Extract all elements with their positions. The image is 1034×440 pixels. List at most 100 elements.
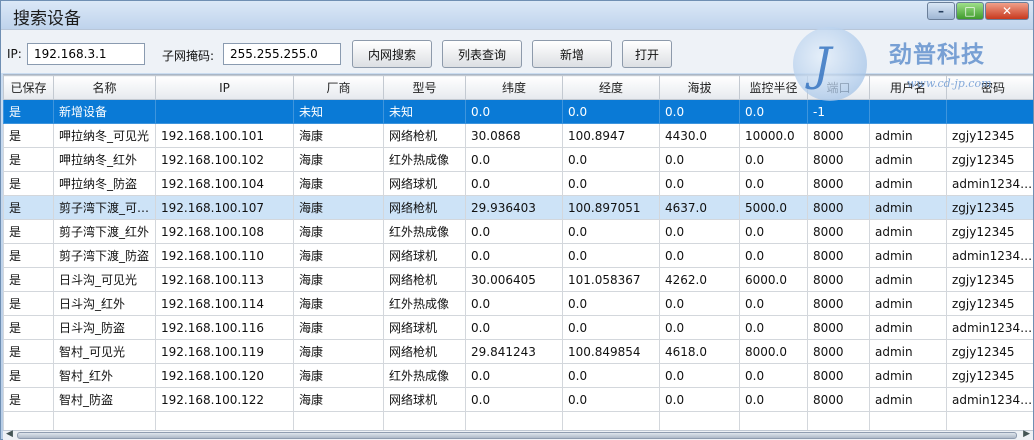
- column-header-port[interactable]: 端口: [807, 75, 870, 100]
- close-button[interactable]: ✕: [985, 2, 1029, 20]
- cell-longitude[interactable]: 0.0: [562, 291, 660, 316]
- cell-vendor[interactable]: 海康: [293, 171, 384, 196]
- cell-radius[interactable]: 0.0: [739, 171, 808, 196]
- cell-vendor[interactable]: 未知: [293, 99, 384, 124]
- table-row[interactable]: 是剪子湾下渡_可… 192.168.100.107 海康 网络枪机 29.936403 1…: [3, 195, 1033, 220]
- cell-radius[interactable]: 0.0: [739, 99, 808, 124]
- cell-ip[interactable]: 192.168.100.107: [155, 195, 294, 220]
- cell-port[interactable]: 8000: [807, 267, 870, 292]
- cell-longitude[interactable]: 0.0: [562, 387, 660, 412]
- cell-saved[interactable]: 是: [3, 195, 54, 220]
- cell-username[interactable]: admin: [869, 171, 947, 196]
- ip-input[interactable]: [27, 43, 145, 65]
- cell-name[interactable]: 日斗沟_防盗: [53, 315, 156, 340]
- cell-username[interactable]: admin: [869, 387, 947, 412]
- table-row[interactable]: 是智村_可见光 192.168.100.119 海康 网络枪机 29.841243 100…: [3, 339, 1033, 364]
- column-header-password[interactable]: 密码: [946, 75, 1033, 100]
- cell-latitude[interactable]: 30.0868: [465, 123, 563, 148]
- cell-altitude[interactable]: 4618.0: [659, 339, 740, 364]
- cell-name[interactable]: 呷拉纳冬_可见光: [53, 123, 156, 148]
- column-header-model[interactable]: 型号: [383, 75, 466, 100]
- cell-password[interactable]: [946, 99, 1033, 124]
- cell-radius[interactable]: 0.0: [739, 219, 808, 244]
- cell-vendor[interactable]: 海康: [293, 339, 384, 364]
- column-header-radius[interactable]: 监控半径: [739, 75, 808, 100]
- cell-username[interactable]: admin: [869, 195, 947, 220]
- column-header-username[interactable]: 用户名: [869, 75, 947, 100]
- cell-radius[interactable]: 0.0: [739, 243, 808, 268]
- cell-model[interactable]: 红外热成像: [383, 363, 466, 388]
- cell-password[interactable]: zgjy12345: [946, 219, 1033, 244]
- cell-name[interactable]: 呷拉纳冬_防盗: [53, 171, 156, 196]
- title-bar[interactable]: 搜索设备 – □ ✕: [1, 1, 1033, 29]
- column-header-latitude[interactable]: 纬度: [465, 75, 563, 100]
- cell-name[interactable]: 日斗沟_可见光: [53, 267, 156, 292]
- horizontal-scrollbar[interactable]: ◀ ▶: [3, 429, 1033, 440]
- cell-ip[interactable]: 192.168.100.120: [155, 363, 294, 388]
- cell-ip[interactable]: 192.168.100.116: [155, 315, 294, 340]
- cell-altitude[interactable]: 4637.0: [659, 195, 740, 220]
- table-row[interactable]: 是呷拉纳冬_红外 192.168.100.102 海康 红外热成像 0.0 0.0 0.0 0…: [3, 147, 1033, 172]
- table-row[interactable]: 是智村_防盗 192.168.100.122 海康 网络球机 0.0 0.0 0.0 0.0 8…: [3, 387, 1033, 412]
- cell-radius[interactable]: 6000.0: [739, 267, 808, 292]
- column-header-longitude[interactable]: 经度: [562, 75, 660, 100]
- cell-vendor[interactable]: 海康: [293, 291, 384, 316]
- cell-latitude[interactable]: 0.0: [465, 219, 563, 244]
- cell-password[interactable]: admin123456: [946, 387, 1033, 412]
- cell-altitude[interactable]: 0.0: [659, 219, 740, 244]
- column-header-name[interactable]: 名称: [53, 75, 156, 100]
- cell-password[interactable]: zgjy12345: [946, 147, 1033, 172]
- cell-username[interactable]: admin: [869, 123, 947, 148]
- cell-vendor[interactable]: 海康: [293, 195, 384, 220]
- cell-port[interactable]: 8000: [807, 315, 870, 340]
- cell-saved[interactable]: 是: [3, 315, 54, 340]
- open-button[interactable]: 打开: [622, 40, 672, 68]
- cell-username[interactable]: admin: [869, 219, 947, 244]
- cell-model[interactable]: 网络球机: [383, 171, 466, 196]
- cell-saved[interactable]: 是: [3, 123, 54, 148]
- cell-saved[interactable]: 是: [3, 291, 54, 316]
- cell-port[interactable]: 8000: [807, 195, 870, 220]
- cell-altitude[interactable]: 0.0: [659, 363, 740, 388]
- column-header-altitude[interactable]: 海拔: [659, 75, 740, 100]
- table-row[interactable]: 是日斗沟_可见光 192.168.100.113 海康 网络枪机 30.006405 10…: [3, 267, 1033, 292]
- cell-longitude[interactable]: 100.849854: [562, 339, 660, 364]
- cell-saved[interactable]: 是: [3, 267, 54, 292]
- cell-vendor[interactable]: 海康: [293, 147, 384, 172]
- cell-latitude[interactable]: 0.0: [465, 243, 563, 268]
- subnet-mask-input[interactable]: [223, 43, 341, 65]
- cell-vendor[interactable]: 海康: [293, 219, 384, 244]
- cell-ip[interactable]: [155, 99, 294, 124]
- cell-saved[interactable]: 是: [3, 243, 54, 268]
- cell-longitude[interactable]: 0.0: [562, 243, 660, 268]
- cell-vendor[interactable]: 海康: [293, 315, 384, 340]
- cell-vendor[interactable]: 海康: [293, 243, 384, 268]
- minimize-button[interactable]: –: [927, 2, 955, 20]
- cell-longitude[interactable]: 0.0: [562, 363, 660, 388]
- cell-altitude[interactable]: 4262.0: [659, 267, 740, 292]
- cell-username[interactable]: admin: [869, 315, 947, 340]
- cell-username[interactable]: admin: [869, 363, 947, 388]
- cell-ip[interactable]: 192.168.100.108: [155, 219, 294, 244]
- cell-ip[interactable]: 192.168.100.114: [155, 291, 294, 316]
- cell-password[interactable]: admin123456: [946, 243, 1033, 268]
- cell-port[interactable]: 8000: [807, 339, 870, 364]
- cell-name[interactable]: 呷拉纳冬_红外: [53, 147, 156, 172]
- scrollbar-thumb[interactable]: [17, 432, 1017, 439]
- cell-ip[interactable]: 192.168.100.122: [155, 387, 294, 412]
- cell-radius[interactable]: 0.0: [739, 147, 808, 172]
- cell-latitude[interactable]: 0.0: [465, 171, 563, 196]
- cell-model[interactable]: 网络球机: [383, 315, 466, 340]
- table-row[interactable]: 是日斗沟_防盗 192.168.100.116 海康 网络球机 0.0 0.0 0.0 0.0…: [3, 315, 1033, 340]
- cell-longitude[interactable]: 101.058367: [562, 267, 660, 292]
- list-query-button[interactable]: 列表查询: [442, 40, 522, 68]
- cell-port[interactable]: -1: [807, 99, 870, 124]
- cell-saved[interactable]: 是: [3, 387, 54, 412]
- cell-vendor[interactable]: 海康: [293, 123, 384, 148]
- cell-latitude[interactable]: 30.006405: [465, 267, 563, 292]
- table-row[interactable]: 是剪子湾下渡_防盗 192.168.100.110 海康 网络球机 0.0 0.0 0.0 0…: [3, 243, 1033, 268]
- table-row[interactable]: 是新增设备 未知 未知 0.0 0.0 0.0 0.0 -1: [3, 99, 1033, 124]
- cell-latitude[interactable]: 0.0: [465, 99, 563, 124]
- cell-altitude[interactable]: 0.0: [659, 315, 740, 340]
- table-row[interactable]: 是智村_红外 192.168.100.120 海康 红外热成像 0.0 0.0 0.0 0.0…: [3, 363, 1033, 388]
